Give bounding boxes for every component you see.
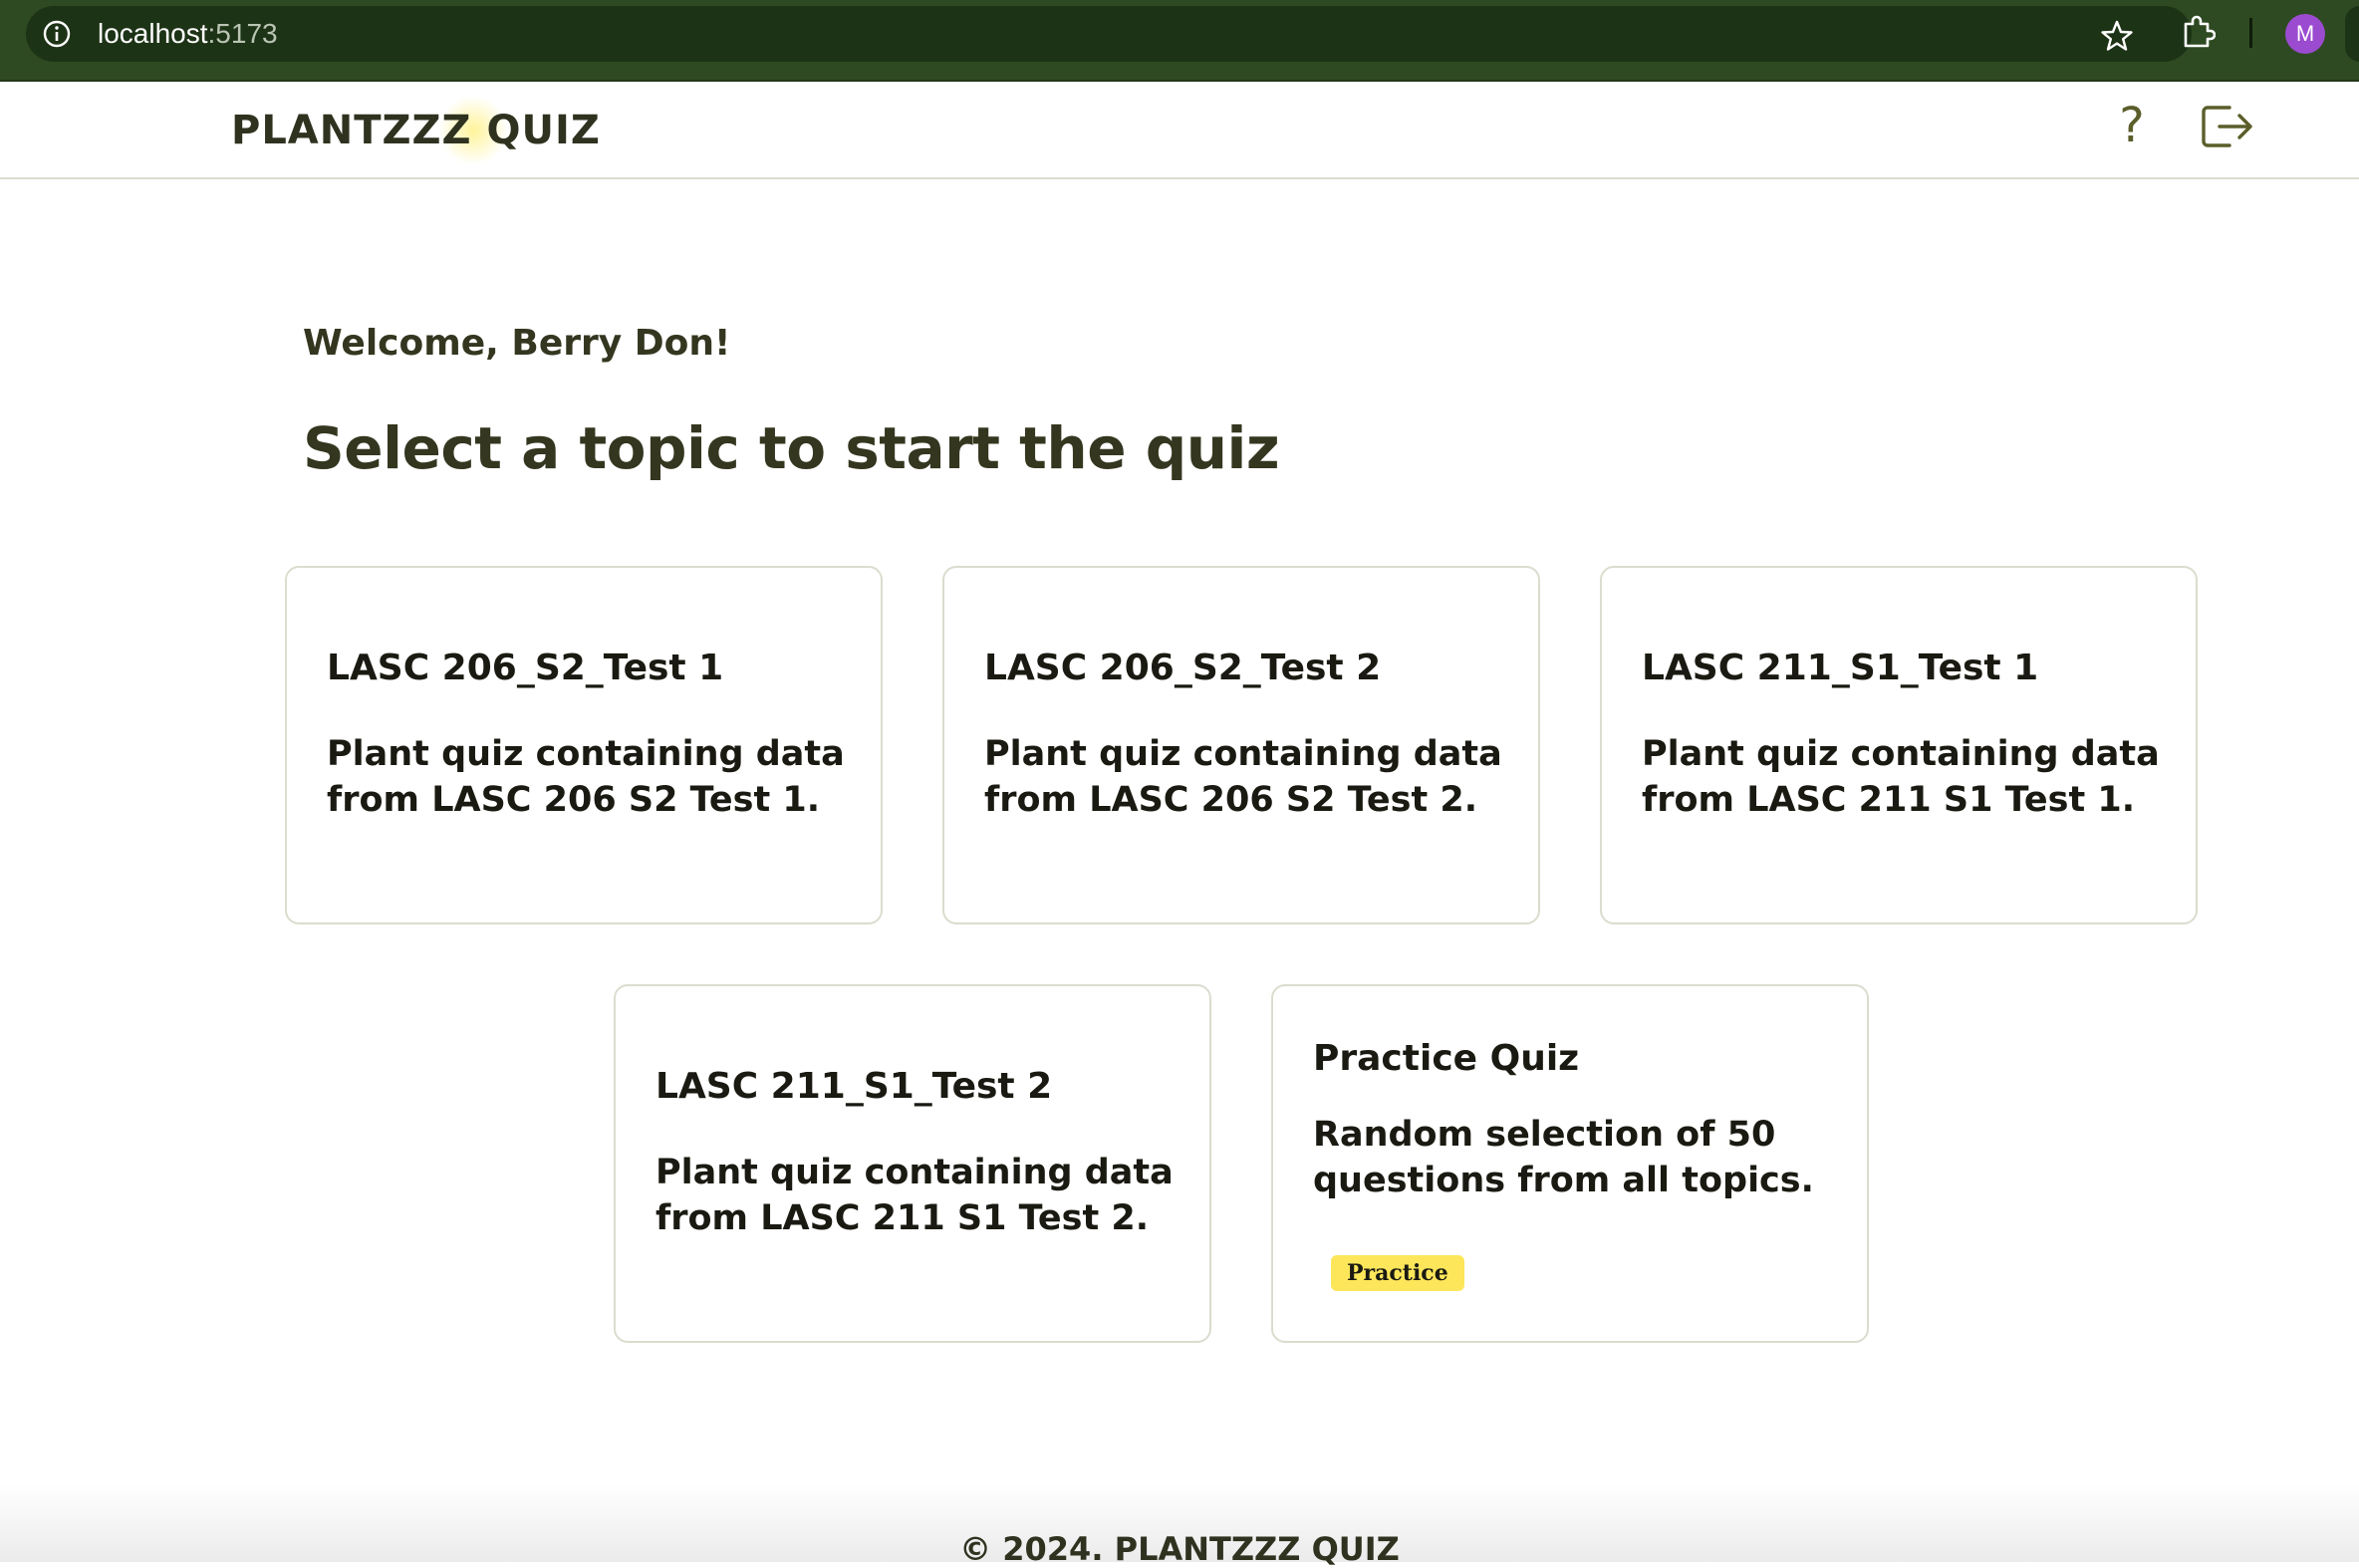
help-button[interactable]: ? [2110, 96, 2154, 155]
topic-card-practice-quiz[interactable]: Practice Quiz Random selection of 50 que… [1271, 984, 1869, 1343]
topic-card-description: Random selection of 50 questions from al… [1313, 1115, 1814, 1200]
topic-card-title: LASC 206_S2_Test 2 [984, 648, 1382, 688]
url-host: localhost [98, 18, 208, 49]
toolbar-edge [2345, 6, 2359, 62]
topic-card-title: LASC 211_S1_Test 1 [1642, 648, 2039, 688]
welcome-message: Welcome, Berry Don! [303, 323, 731, 364]
browser-toolbar: localhost:5173 M [0, 0, 2359, 82]
logout-icon[interactable] [2200, 102, 2255, 151]
url-text[interactable]: localhost:5173 [98, 18, 278, 50]
page-title: Select a topic to start the quiz [303, 414, 1280, 482]
footer-copyright: © 2024. PLANTZZZ QUIZ [959, 1530, 1400, 1568]
practice-badge: Practice [1331, 1255, 1464, 1291]
topic-card-lasc-206-s2-test-2[interactable]: LASC 206_S2_Test 2 Plant quiz containing… [942, 566, 1540, 924]
url-port: :5173 [207, 18, 278, 49]
topic-card-description: Plant quiz containing data from LASC 206… [327, 734, 845, 820]
address-bar[interactable]: localhost:5173 [26, 6, 2192, 62]
info-icon[interactable] [42, 19, 72, 49]
app-logo[interactable]: PLANTZZZ QUIZ [231, 108, 601, 153]
topic-card-description: Plant quiz containing data from LASC 211… [655, 1153, 1174, 1238]
app-header: PLANTZZZ QUIZ ? [0, 82, 2359, 179]
topic-card-description: Plant quiz containing data from LASC 206… [984, 734, 1502, 820]
topic-card-lasc-206-s2-test-1[interactable]: LASC 206_S2_Test 1 Plant quiz containing… [285, 566, 883, 924]
profile-avatar[interactable]: M [2285, 14, 2325, 54]
topic-card-description: Plant quiz containing data from LASC 211… [1642, 734, 2160, 820]
footer: © 2024. PLANTZZZ QUIZ [0, 1484, 2359, 1568]
topic-card-lasc-211-s1-test-1[interactable]: LASC 211_S1_Test 1 Plant quiz containing… [1600, 566, 2198, 924]
bookmark-star-icon[interactable] [2100, 19, 2134, 53]
topic-card-lasc-211-s1-test-2[interactable]: LASC 211_S1_Test 2 Plant quiz containing… [614, 984, 1211, 1343]
toolbar-divider [2249, 18, 2252, 48]
extensions-icon[interactable] [2180, 14, 2217, 50]
topic-card-title: LASC 206_S2_Test 1 [327, 648, 724, 688]
topic-card-title: Practice Quiz [1313, 1038, 1580, 1079]
topic-card-title: LASC 211_S1_Test 2 [655, 1066, 1053, 1107]
